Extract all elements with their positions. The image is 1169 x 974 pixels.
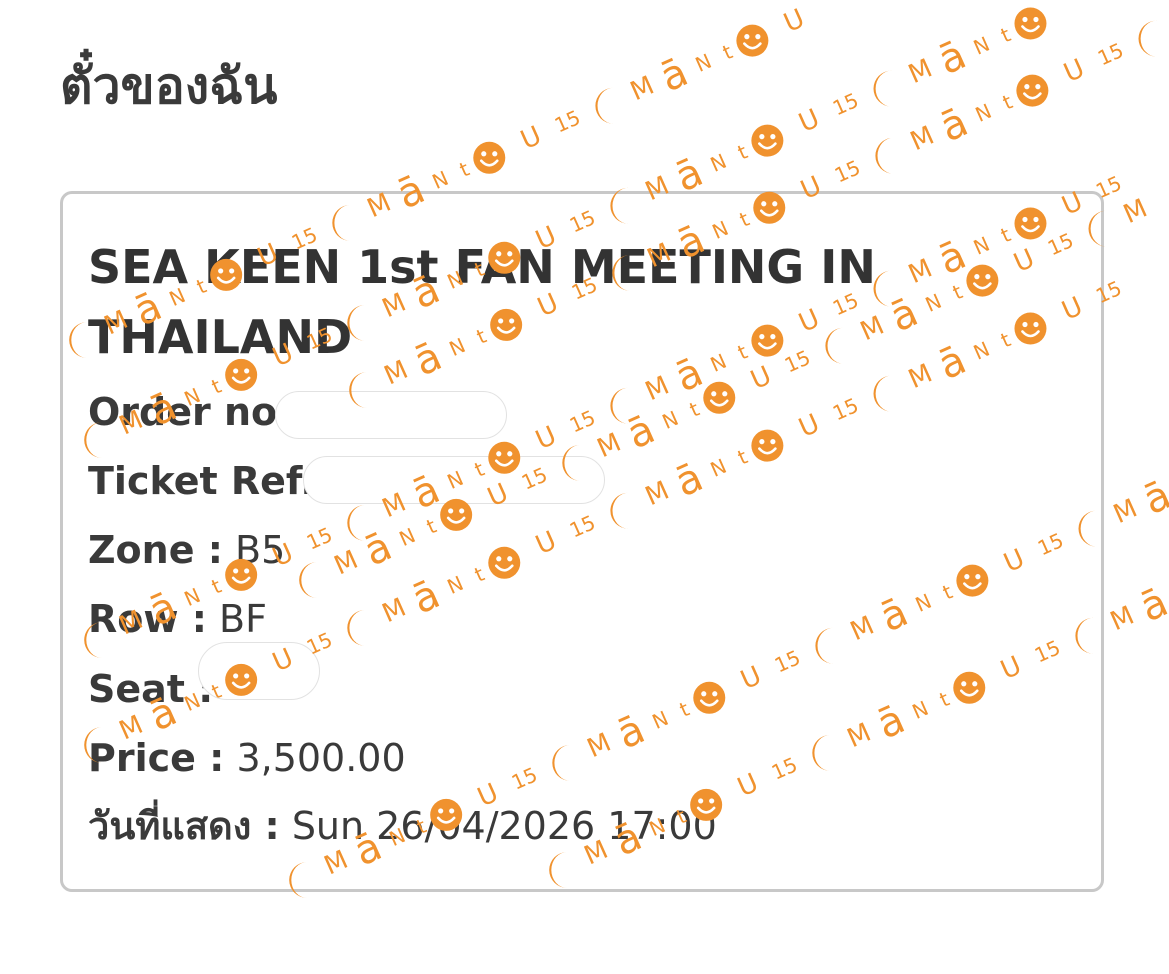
watermark-letter: N — [429, 166, 452, 194]
watermark-number: 15 — [1094, 38, 1127, 70]
row-row: Row : BF — [88, 594, 267, 644]
watermark-number: 15 — [831, 155, 864, 187]
smiley-face-icon — [751, 124, 784, 157]
watermark-number: 15 — [551, 105, 584, 137]
watermark-letter: N — [972, 99, 995, 127]
smiley-face-icon — [1016, 74, 1049, 107]
zone-value: B5 — [235, 528, 286, 572]
watermark-letter: M — [626, 71, 659, 108]
crescent-moon-icon — [1138, 20, 1157, 57]
watermark-letter: U — [795, 104, 825, 139]
ticket-card[interactable]: SEA KEEN 1st FAN MEETING IN THAILAND Ord… — [60, 191, 1104, 892]
watermark-letter: t — [456, 157, 473, 182]
seat-row: Seat : — [88, 664, 213, 714]
watermark-letter: ā — [1134, 579, 1169, 631]
watermark-letter: t — [719, 39, 736, 64]
show-date-value: Sun 26/04/2026 17:00 — [291, 804, 717, 848]
smiley-face-icon — [473, 141, 506, 174]
price-row: Price : 3,500.00 — [88, 733, 406, 783]
watermark-letter: ā — [934, 99, 975, 151]
watermark-letter: t — [999, 89, 1016, 114]
price-value: 3,500.00 — [236, 736, 406, 780]
order-no-row: Order no — [88, 387, 277, 437]
price-label: Price : — [88, 736, 225, 780]
watermark-letter: t — [997, 22, 1014, 47]
order-no-redaction — [275, 391, 507, 439]
event-title: SEA KEEN 1st FAN MEETING IN THAILAND — [88, 240, 876, 364]
seat-redaction — [198, 642, 320, 700]
row-value: BF — [219, 597, 267, 641]
seat-label: Seat : — [88, 667, 214, 711]
watermark-letter: U — [780, 4, 810, 39]
page-title: ตั๋วของฉัน — [60, 57, 278, 115]
watermark-letter: ā — [1137, 472, 1169, 524]
zone-label: Zone : — [88, 528, 223, 572]
watermark-letter: N — [970, 32, 993, 60]
watermark-letter: U — [1060, 54, 1090, 89]
smiley-face-icon — [1014, 7, 1047, 40]
zone-row: Zone : B5 — [88, 525, 285, 575]
watermark-letter: M — [904, 53, 937, 90]
crescent-moon-icon — [875, 137, 894, 174]
crescent-moon-icon — [595, 87, 614, 124]
watermark-letter: U — [516, 121, 546, 156]
ticket-ref-redaction — [303, 456, 605, 504]
order-no-label: Order no — [88, 390, 278, 434]
watermark-letter: ā — [654, 49, 695, 101]
ticket-ref-row: Ticket Ref. — [88, 456, 315, 506]
show-date-label: วันที่แสดง : — [88, 804, 280, 848]
row-label: Row : — [88, 597, 207, 641]
watermark-letter: N — [692, 49, 715, 77]
watermark-number: 15 — [829, 88, 862, 120]
watermark-letter: M — [1109, 493, 1142, 530]
show-date-row: วันที่แสดง : Sun 26/04/2026 17:00 — [88, 801, 717, 851]
watermark-letter: N — [707, 149, 730, 177]
smiley-face-icon — [736, 24, 769, 57]
watermark-letter: M — [1106, 601, 1139, 638]
watermark-letter: t — [734, 139, 751, 164]
watermark-letter: M — [906, 121, 939, 158]
watermark-letter: M — [1119, 193, 1152, 230]
watermark-letter: ā — [932, 32, 973, 84]
ticket-ref-label: Ticket Ref. — [88, 459, 315, 503]
crescent-moon-icon — [873, 70, 892, 107]
